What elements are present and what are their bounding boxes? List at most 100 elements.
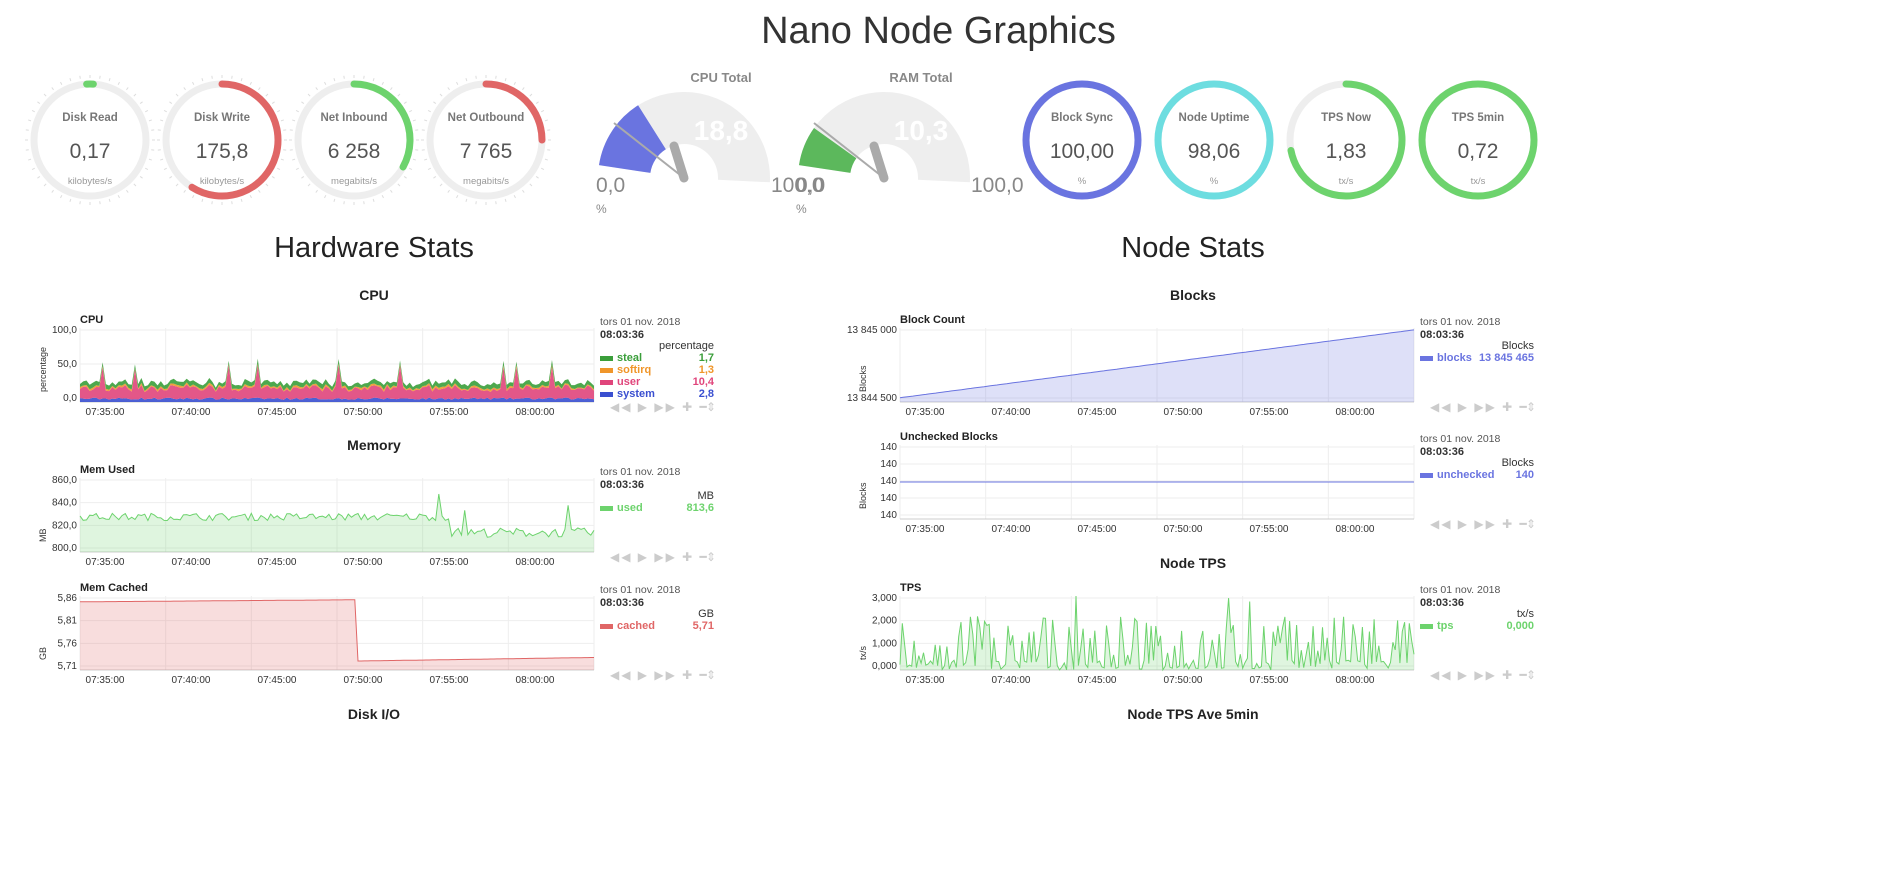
gauge-net-inbound: Net Inbound 6 258 megabits/s bbox=[278, 64, 430, 216]
legend-item-system[interactable]: system 2,8 bbox=[600, 388, 714, 400]
legend-item-user[interactable]: user 10,4 bbox=[600, 376, 714, 388]
gauge-tick bbox=[381, 81, 384, 85]
legend-units: GB bbox=[698, 608, 714, 620]
y-tick: 860,0 bbox=[52, 475, 77, 486]
x-tick: 07:35:00 bbox=[906, 524, 945, 535]
x-tick: 07:50:00 bbox=[344, 407, 383, 418]
resize-handle-icon[interactable]: ⇕ bbox=[706, 550, 718, 564]
gauge-tick bbox=[175, 93, 179, 97]
legend-item-tps[interactable]: tps 0,000 bbox=[1420, 620, 1534, 632]
y-tick: 140 bbox=[880, 442, 897, 453]
legend-item-cached[interactable]: cached 5,71 bbox=[600, 620, 714, 632]
legend-swatch bbox=[1420, 623, 1433, 629]
y-tick: 140 bbox=[880, 459, 897, 470]
gauge-label: TPS 5min bbox=[1451, 112, 1505, 124]
legend-date: tors 01 nov. 2018 bbox=[1420, 584, 1501, 596]
gauge-value: 175,8 bbox=[195, 140, 249, 163]
chart-plot[interactable]: 13 845 000 13 844 500 07:35:00 07:40:00 07:4… bbox=[847, 314, 1424, 432]
legend-series-name: cached bbox=[617, 620, 655, 632]
gauge-tick bbox=[372, 198, 375, 202]
resize-handle-icon[interactable]: ⇕ bbox=[1526, 668, 1538, 682]
gauge-tick bbox=[117, 81, 120, 85]
playback-controls[interactable]: ◀◀ ▶ ▶▶ ✚ ━ bbox=[610, 668, 709, 682]
gauge-unit: % bbox=[1209, 176, 1219, 187]
legend-item-unchecked[interactable]: unchecked 140 bbox=[1420, 469, 1534, 481]
y-tick: 140 bbox=[880, 510, 897, 521]
resize-handle-icon[interactable]: ⇕ bbox=[706, 400, 718, 414]
legend-series-name: blocks bbox=[1437, 352, 1472, 364]
gauge-value: 0,17 bbox=[69, 140, 111, 163]
gauge-tick bbox=[324, 81, 327, 85]
gauge-unit: megabits/s bbox=[331, 176, 377, 187]
legend-item-used[interactable]: used 813,6 bbox=[600, 502, 714, 514]
legend-units: Blocks bbox=[1501, 340, 1534, 352]
gauge-tick bbox=[51, 87, 54, 91]
gauge-tick bbox=[390, 87, 393, 91]
gauge-tps-5min: TPS 5min 0,72 tx/s bbox=[1402, 64, 1554, 216]
legend-date: tors 01 nov. 2018 bbox=[600, 584, 681, 596]
playback-controls[interactable]: ◀◀ ▶ ▶▶ ✚ ━ bbox=[610, 550, 709, 564]
gauge-unit: kilobytes/s bbox=[199, 176, 245, 187]
legend-series-value: 2,8 bbox=[698, 388, 714, 400]
half-gauge-unit: % bbox=[796, 202, 807, 216]
resize-handle-icon[interactable]: ⇕ bbox=[1526, 517, 1538, 531]
gauge-tick bbox=[192, 195, 195, 199]
x-tick: 08:00:00 bbox=[1336, 524, 1375, 535]
playback-controls[interactable]: ◀◀ ▶ ▶▶ ✚ ━ bbox=[1430, 400, 1529, 414]
x-tick: 07:55:00 bbox=[1250, 407, 1289, 418]
y-tick: 5,71 bbox=[58, 661, 78, 672]
playback-controls[interactable]: ◀◀ ▶ ▶▶ ✚ ━ bbox=[1430, 668, 1529, 682]
gauge-disk-read: Disk Read 0,17 kilobytes/s bbox=[14, 64, 166, 216]
playback-controls[interactable]: ◀◀ ▶ ▶▶ ✚ ━ bbox=[1430, 517, 1529, 531]
chart-plot[interactable]: 140 140 140 140 140 07:35:00 07:40:00 07:45:00 0… bbox=[856, 431, 1424, 549]
gauge-tick bbox=[390, 189, 393, 193]
gauge-tick bbox=[439, 93, 443, 97]
gauge-tick bbox=[265, 93, 269, 97]
gauge-tick bbox=[403, 101, 407, 104]
legend-series-value: 0,000 bbox=[1506, 620, 1534, 632]
half-gauge-value: 18,8 bbox=[693, 115, 749, 146]
chart-tps: TPS tx/s 3,000 2,000 1,000 0,000 07:35:00 07:40… bbox=[856, 582, 1877, 696]
legend-item-softirq[interactable]: softirq 1,3 bbox=[600, 364, 714, 376]
x-tick: 07:45:00 bbox=[1078, 524, 1117, 535]
playback-controls[interactable]: ◀◀ ▶ ▶▶ ✚ ━ bbox=[610, 400, 709, 414]
chart-group-memory: Memory bbox=[347, 437, 401, 453]
gauge-tick bbox=[504, 198, 507, 202]
gauge-tick bbox=[315, 87, 318, 91]
chart-plot[interactable]: 100,0 50,0 0,0 07:35:00 07:40:00 07:45:00 07:5… bbox=[36, 314, 604, 432]
gauge-label: Disk Write bbox=[193, 112, 251, 124]
gauge-tick bbox=[372, 78, 375, 82]
gauge-tick bbox=[456, 81, 459, 85]
gauge-value: 6 258 bbox=[327, 140, 381, 163]
legend-series-name: user bbox=[617, 376, 641, 388]
x-tick: 07:40:00 bbox=[172, 407, 211, 418]
legend-swatch bbox=[1420, 472, 1433, 478]
gauge-tick bbox=[31, 167, 35, 170]
legend-swatch bbox=[600, 623, 613, 629]
chart-group-cpu: CPU bbox=[359, 287, 389, 303]
chart-plot[interactable]: 3,000 2,000 1,000 0,000 07:35:00 07:40:00 07:4… bbox=[856, 582, 1424, 700]
x-tick: 08:00:00 bbox=[516, 407, 555, 418]
legend-series-name: steal bbox=[617, 352, 643, 364]
x-tick: 07:40:00 bbox=[992, 524, 1031, 535]
chart-plot[interactable]: 5,86 5,81 5,76 5,71 07:35:00 07:40:00 07:45:00… bbox=[36, 582, 604, 700]
legend-series-value: 1,7 bbox=[698, 352, 714, 364]
gauge-tick bbox=[427, 167, 431, 170]
legend-date: tors 01 nov. 2018 bbox=[1420, 433, 1501, 445]
legend-swatch bbox=[600, 355, 613, 361]
gauge-tick bbox=[201, 198, 204, 202]
legend-date: tors 01 nov. 2018 bbox=[1420, 316, 1501, 328]
legend-item-blocks[interactable]: blocks 13 845 465 bbox=[1420, 352, 1534, 364]
legend-series-name: tps bbox=[1437, 620, 1454, 632]
gauge-value: 0,72 bbox=[1457, 140, 1499, 163]
gauge-tick bbox=[504, 78, 507, 82]
gauge-tick bbox=[333, 198, 336, 202]
legend-swatch bbox=[600, 379, 613, 385]
page-title: Nano Node Graphics bbox=[761, 10, 1116, 52]
gauge-tick bbox=[315, 189, 318, 193]
resize-handle-icon[interactable]: ⇕ bbox=[706, 668, 718, 682]
legend-item-steal[interactable]: steal 1,7 bbox=[600, 352, 714, 364]
chart-plot[interactable]: 860,0 840,0 820,0 800,0 07:35:00 07:40:00 07:4… bbox=[36, 464, 604, 582]
resize-handle-icon[interactable]: ⇕ bbox=[1526, 400, 1538, 414]
x-tick: 07:35:00 bbox=[906, 675, 945, 686]
